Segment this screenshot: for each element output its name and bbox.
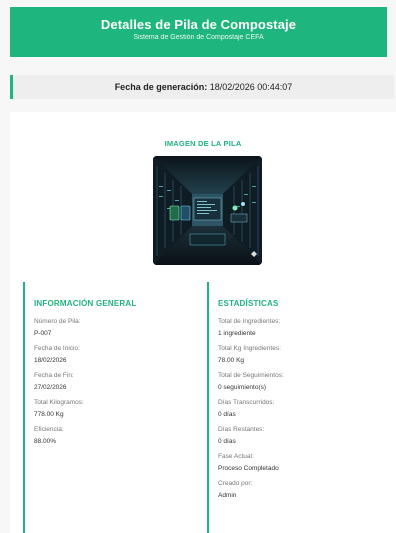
report-subtitle: Sistema de Gestión de Compostaje CEFA (133, 34, 264, 41)
field-label: Días Transcurridos: (218, 399, 275, 406)
field-total-ingredients: Total de Ingredientes: 1 ingrediente (218, 317, 388, 344)
field-days-remaining: Días Restantes: 0 días (218, 425, 388, 452)
generation-date-bar: Fecha de generación: 18/02/2026 00:44:07 (10, 75, 394, 99)
field-total-kg: Total Kilogramos: 778.00 Kg (34, 398, 201, 425)
field-current-phase: Fase Actual: Proceso Completado (218, 452, 388, 479)
field-value: 778.00 Kg (34, 411, 64, 418)
field-label: Total de Ingredientes: (218, 318, 281, 325)
field-label: Total de Seguimientos: (218, 372, 284, 379)
field-value: 0 días (218, 411, 236, 418)
field-label: Total Kilogramos: (34, 399, 84, 406)
general-info-title: INFORMACIÓN GENERAL (34, 299, 137, 308)
field-value: Proceso Completado (218, 465, 279, 472)
field-label: Días Restantes: (218, 426, 265, 433)
field-label: Eficiencia: (34, 426, 64, 433)
field-value: 18/02/2026 (34, 357, 67, 364)
field-start-date: Fecha de Inicio: 18/02/2026 (34, 344, 201, 371)
pile-details-card: IMAGEN DE LA PILA INFORMACIÓN GENERAL Nú… (10, 112, 396, 533)
general-info-panel: INFORMACIÓN GENERAL Número de Pila: P-00… (23, 282, 205, 533)
statistics-panel: ESTADÍSTICAS Total de Ingredientes: 1 in… (207, 282, 392, 533)
field-days-elapsed: Días Transcurridos: 0 días (218, 398, 388, 425)
field-label: Número de Pila: (34, 318, 81, 325)
generation-date-label: Fecha de generación: (114, 82, 208, 92)
pile-image (153, 156, 262, 265)
field-total-followups: Total de Seguimientos: 0 seguimiento(s) (218, 371, 388, 398)
field-label: Fecha de Inicio: (34, 345, 80, 352)
field-label: Fase Actual: (218, 453, 254, 460)
field-label: Creado por: (218, 480, 253, 487)
field-value: 1 ingrediente (218, 330, 256, 337)
statistics-title: ESTADÍSTICAS (218, 299, 279, 308)
field-pile-number: Número de Pila: P-007 (34, 317, 201, 344)
field-value: 88.00% (34, 438, 57, 445)
field-label: Total Kg Ingredientes: (218, 345, 281, 352)
field-efficiency: Eficiencia: 88.00% (34, 425, 201, 452)
report-title: Detalles de Pila de Compostaje (100, 17, 297, 32)
field-created-by: Creado por: Admin (218, 479, 388, 506)
field-value: 0 seguimiento(s) (218, 384, 267, 391)
field-label: Fecha de Fin: (34, 372, 74, 379)
field-total-kg-ingredients: Total Kg Ingredientes: 78.00 Kg (218, 344, 388, 371)
image-section-title: IMAGEN DE LA PILA (164, 139, 242, 148)
server-room-illustration (153, 156, 262, 265)
field-value: 0 días (218, 438, 236, 445)
generation-date-value: 18/02/2026 00:44:07 (209, 82, 293, 92)
report-header: Detalles de Pila de Compostaje Sistema d… (10, 7, 387, 57)
field-value: P-007 (34, 330, 52, 337)
field-end-date: Fecha de Fin: 27/02/2026 (34, 371, 201, 398)
field-value: 78.00 Kg (218, 357, 245, 364)
field-value: 27/02/2026 (34, 384, 67, 391)
field-value: Admin (218, 492, 237, 499)
